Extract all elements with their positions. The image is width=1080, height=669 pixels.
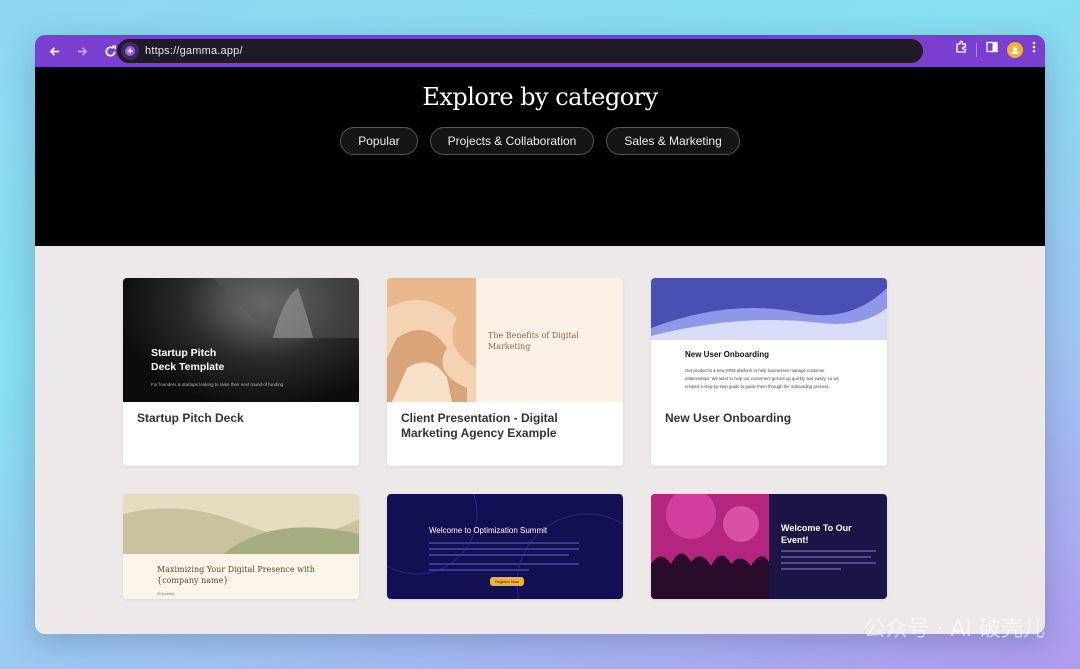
wave-banner-image bbox=[651, 278, 887, 340]
template-card-event[interactable]: Welcome To Our Event! bbox=[651, 494, 887, 599]
thumb-title-line1: The Benefits of Digital bbox=[488, 331, 579, 340]
thumb-paragraph-line2: relationships. We want to help our custo… bbox=[685, 376, 839, 381]
thumb-title-line2: Deck Template bbox=[151, 361, 225, 373]
pill-popular[interactable]: Popular bbox=[340, 127, 418, 155]
card-title-line2: Marketing Agency Example bbox=[401, 426, 557, 440]
card-title-line1: Client Presentation - Digital bbox=[401, 411, 558, 425]
back-arrow-icon[interactable] bbox=[43, 40, 65, 62]
thumbnail-startup-pitch: Startup Pitch Deck Template For founders… bbox=[123, 278, 359, 402]
earth-tone-waves-image bbox=[123, 494, 359, 554]
thumbnail-optimization-summit: Welcome to Optimization Summit Register … bbox=[387, 494, 623, 599]
category-pills: Popular Projects & Collaboration Sales &… bbox=[340, 127, 740, 155]
thumb-register-button: Register Now bbox=[490, 577, 525, 586]
thumb-title-line1: Welcome To Our bbox=[781, 523, 852, 533]
template-card-startup-pitch[interactable]: Startup Pitch Deck Template For founders… bbox=[123, 278, 359, 466]
forward-arrow-icon[interactable] bbox=[71, 40, 93, 62]
thumb-small-text: Hi {name} bbox=[157, 591, 175, 596]
url-text: https://gamma.app/ bbox=[145, 45, 243, 57]
extensions-icon[interactable] bbox=[954, 40, 968, 59]
category-hero: Explore by category Popular Projects & C… bbox=[35, 67, 1045, 246]
gamma-site-icon bbox=[121, 42, 139, 60]
thumb-paragraph-line3: created a step-by-step guide to guide th… bbox=[685, 384, 830, 389]
thumb-title: New User Onboarding bbox=[685, 350, 770, 359]
paper-art-image bbox=[387, 278, 476, 402]
card-title: Startup Pitch Deck bbox=[137, 411, 244, 425]
thumb-subtitle: For founders & startups looking to raise… bbox=[151, 382, 284, 387]
thumbnail-digital-presence: Maximizing Your Digital Presence with {c… bbox=[123, 494, 359, 599]
thumb-title-line1: Startup Pitch bbox=[151, 347, 217, 359]
thumbnail-event: Welcome To Our Event! bbox=[651, 494, 887, 599]
thumb-title-line1: Maximizing Your Digital Presence with bbox=[157, 565, 315, 574]
page-title: Explore by category bbox=[422, 83, 658, 111]
address-bar[interactable]: https://gamma.app/ bbox=[117, 39, 923, 63]
template-card-optimization-summit[interactable]: Welcome to Optimization Summit Register … bbox=[387, 494, 623, 599]
watermark-text: 公众号 · AI 破壳儿 bbox=[863, 617, 1045, 642]
profile-avatar-icon[interactable] bbox=[1007, 41, 1023, 58]
thumb-paragraph-line1: Our product is a new CRM platform to hel… bbox=[685, 368, 825, 373]
template-card-new-user-onboarding[interactable]: New User Onboarding Our product is a new… bbox=[651, 278, 887, 466]
thumb-title-line2: Event! bbox=[781, 535, 809, 545]
thumbnail-new-user-onboarding: New User Onboarding Our product is a new… bbox=[651, 278, 887, 402]
thumb-title-line2: Marketing bbox=[488, 342, 531, 351]
pill-projects-collaboration[interactable]: Projects & Collaboration bbox=[429, 127, 595, 155]
thumb-title-line2: {company name} bbox=[157, 576, 229, 585]
concert-crowd-image bbox=[651, 494, 769, 599]
template-card-digital-presence[interactable]: Maximizing Your Digital Presence with {c… bbox=[123, 494, 359, 599]
template-card-client-presentation[interactable]: The Benefits of Digital Marketing Client… bbox=[387, 278, 623, 466]
pill-sales-marketing[interactable]: Sales & Marketing bbox=[606, 127, 740, 155]
card-title: New User Onboarding bbox=[665, 411, 792, 425]
card-title: Client Presentation - Digital Marketing … bbox=[387, 402, 623, 450]
thumb-title: Welcome to Optimization Summit bbox=[429, 526, 548, 535]
side-panel-icon[interactable] bbox=[985, 40, 999, 59]
toolbar-divider bbox=[976, 42, 977, 57]
menu-icon[interactable] bbox=[1031, 40, 1037, 59]
browser-toolbar: https://gamma.app/ bbox=[35, 35, 1045, 67]
thumb-body-lines bbox=[781, 550, 876, 570]
thumbnail-client-presentation: The Benefits of Digital Marketing bbox=[387, 278, 623, 402]
